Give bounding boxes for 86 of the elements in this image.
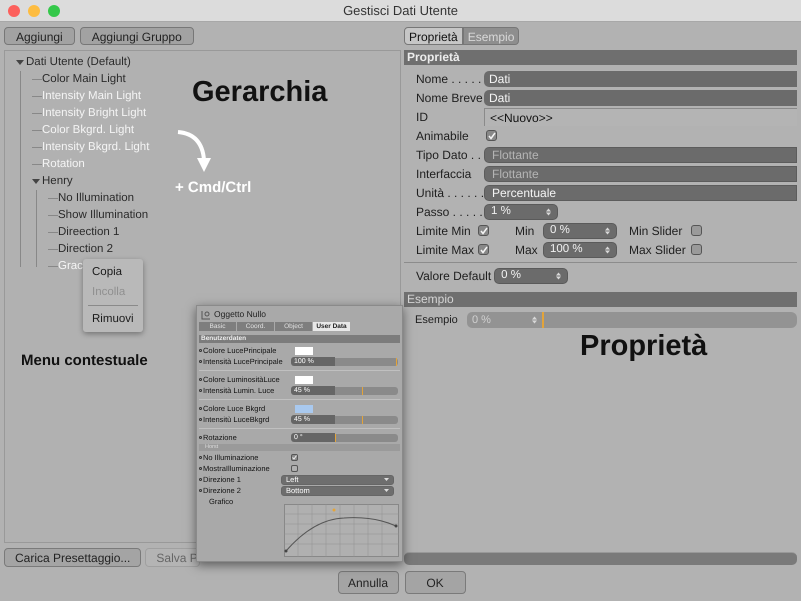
tab[interactable]: Proprietà — [404, 27, 463, 45]
spinner-icon — [556, 272, 562, 280]
caret-icon — [384, 478, 389, 481]
minimize-icon[interactable] — [28, 5, 40, 17]
number-field[interactable]: 0 % — [494, 268, 568, 284]
bullet-icon — [199, 360, 202, 363]
field-label: ID — [416, 108, 429, 126]
bullet-icon — [199, 407, 202, 410]
field-value: 100 % — [550, 242, 583, 257]
field-label: Valore Default — [416, 268, 492, 285]
button[interactable]: OK — [404, 571, 466, 594]
null-object-icon — [201, 310, 211, 320]
button[interactable]: Aggiungi — [4, 27, 75, 45]
field-label: Min — [515, 222, 536, 240]
field-label: Max — [515, 242, 539, 258]
text-field[interactable]: Dati — [484, 90, 797, 106]
bullet-icon — [199, 378, 202, 381]
number-field[interactable]: 1 % — [484, 204, 558, 220]
field-value: 0 % — [501, 268, 521, 284]
scrollbar[interactable] — [404, 552, 797, 565]
number-field[interactable]: 0 % — [543, 222, 617, 238]
spinner-icon — [546, 208, 551, 216]
text-field[interactable]: <<Nuovo>> — [484, 108, 797, 126]
zoom-icon[interactable] — [48, 5, 60, 17]
field-label: Tipo Dato . . — [416, 146, 482, 164]
number-field[interactable]: 100 % — [543, 242, 617, 258]
menu-item[interactable]: Copia — [83, 262, 143, 282]
field-label: Esempio — [415, 312, 459, 328]
dropdown[interactable]: Percentuale — [484, 184, 797, 200]
section-header: Proprietà — [404, 50, 797, 65]
button[interactable]: Annulla — [338, 571, 398, 594]
bullet-icon — [199, 436, 202, 439]
checkbox[interactable] — [478, 225, 489, 236]
caret-icon — [384, 489, 389, 492]
checkbox[interactable] — [691, 244, 702, 255]
field-value: 1 % — [491, 204, 511, 219]
button[interactable]: Carica Presettaggio... — [4, 548, 142, 567]
color-swatch[interactable] — [295, 404, 313, 412]
color-swatch[interactable] — [295, 346, 313, 354]
bullet-icon — [199, 467, 202, 470]
tree-item[interactable]: Direection 1 — [58, 224, 120, 242]
button[interactable]: Aggiungi Gruppo — [80, 27, 194, 45]
bullet-icon — [199, 349, 202, 352]
tree-item[interactable]: Color Main Light — [42, 70, 126, 88]
field-label: Nome Breve — [416, 90, 484, 106]
tree-item[interactable]: No Illumination — [58, 190, 134, 208]
bullet-icon — [199, 489, 202, 492]
color-swatch[interactable] — [295, 376, 313, 384]
field-label: Max Slider — [629, 242, 687, 258]
checkbox[interactable] — [291, 454, 298, 461]
field-label: Animabile — [416, 128, 470, 144]
bullet-icon — [199, 418, 202, 421]
tree-item[interactable]: Henry — [42, 172, 73, 190]
tree-item[interactable]: Show Illumination — [58, 206, 148, 224]
menu-item[interactable]: Rimuovi — [83, 309, 143, 329]
field-label: Min Slider — [629, 222, 684, 240]
text-field[interactable]: Dati — [484, 70, 797, 86]
bullet-icon — [199, 478, 202, 481]
field-label: Nome . . . . . — [416, 70, 482, 88]
field-label: Limite Min — [416, 222, 472, 240]
annotation-label: Menu contestuale — [21, 351, 148, 371]
checkbox[interactable] — [486, 130, 497, 141]
spinner-icon — [532, 316, 537, 324]
field-label: Interfaccia — [416, 166, 472, 182]
annotation-heading: Gerarchia — [192, 78, 328, 107]
bullet-icon — [199, 389, 202, 392]
spinner-icon — [605, 246, 610, 254]
tree-item[interactable]: Direction 2 — [58, 240, 113, 258]
field-label: Unità . . . . . . — [416, 184, 484, 202]
checkbox[interactable] — [478, 244, 489, 255]
field-value: 0 % — [550, 222, 570, 238]
field-label: Limite Max — [416, 242, 476, 258]
field-label: Passo . . . . . — [416, 204, 484, 220]
annotation-heading: Proprietà — [580, 332, 708, 361]
panel-title: Oggetto Nullo — [214, 308, 266, 321]
annotation-label: + Cmd/Ctrl — [175, 178, 252, 198]
close-icon[interactable] — [8, 5, 20, 17]
bullet-icon — [199, 456, 202, 459]
checkbox[interactable] — [691, 225, 702, 236]
section-header: Esempio — [404, 292, 797, 307]
window-title: Gestisci Dati Utente — [343, 2, 458, 20]
checkbox[interactable] — [291, 465, 298, 472]
tree-item[interactable]: Dati Utente (Default) — [26, 54, 131, 72]
curved-arrow-icon — [176, 128, 212, 174]
spinner-icon — [605, 226, 610, 234]
field-value: 0 % — [472, 312, 491, 328]
